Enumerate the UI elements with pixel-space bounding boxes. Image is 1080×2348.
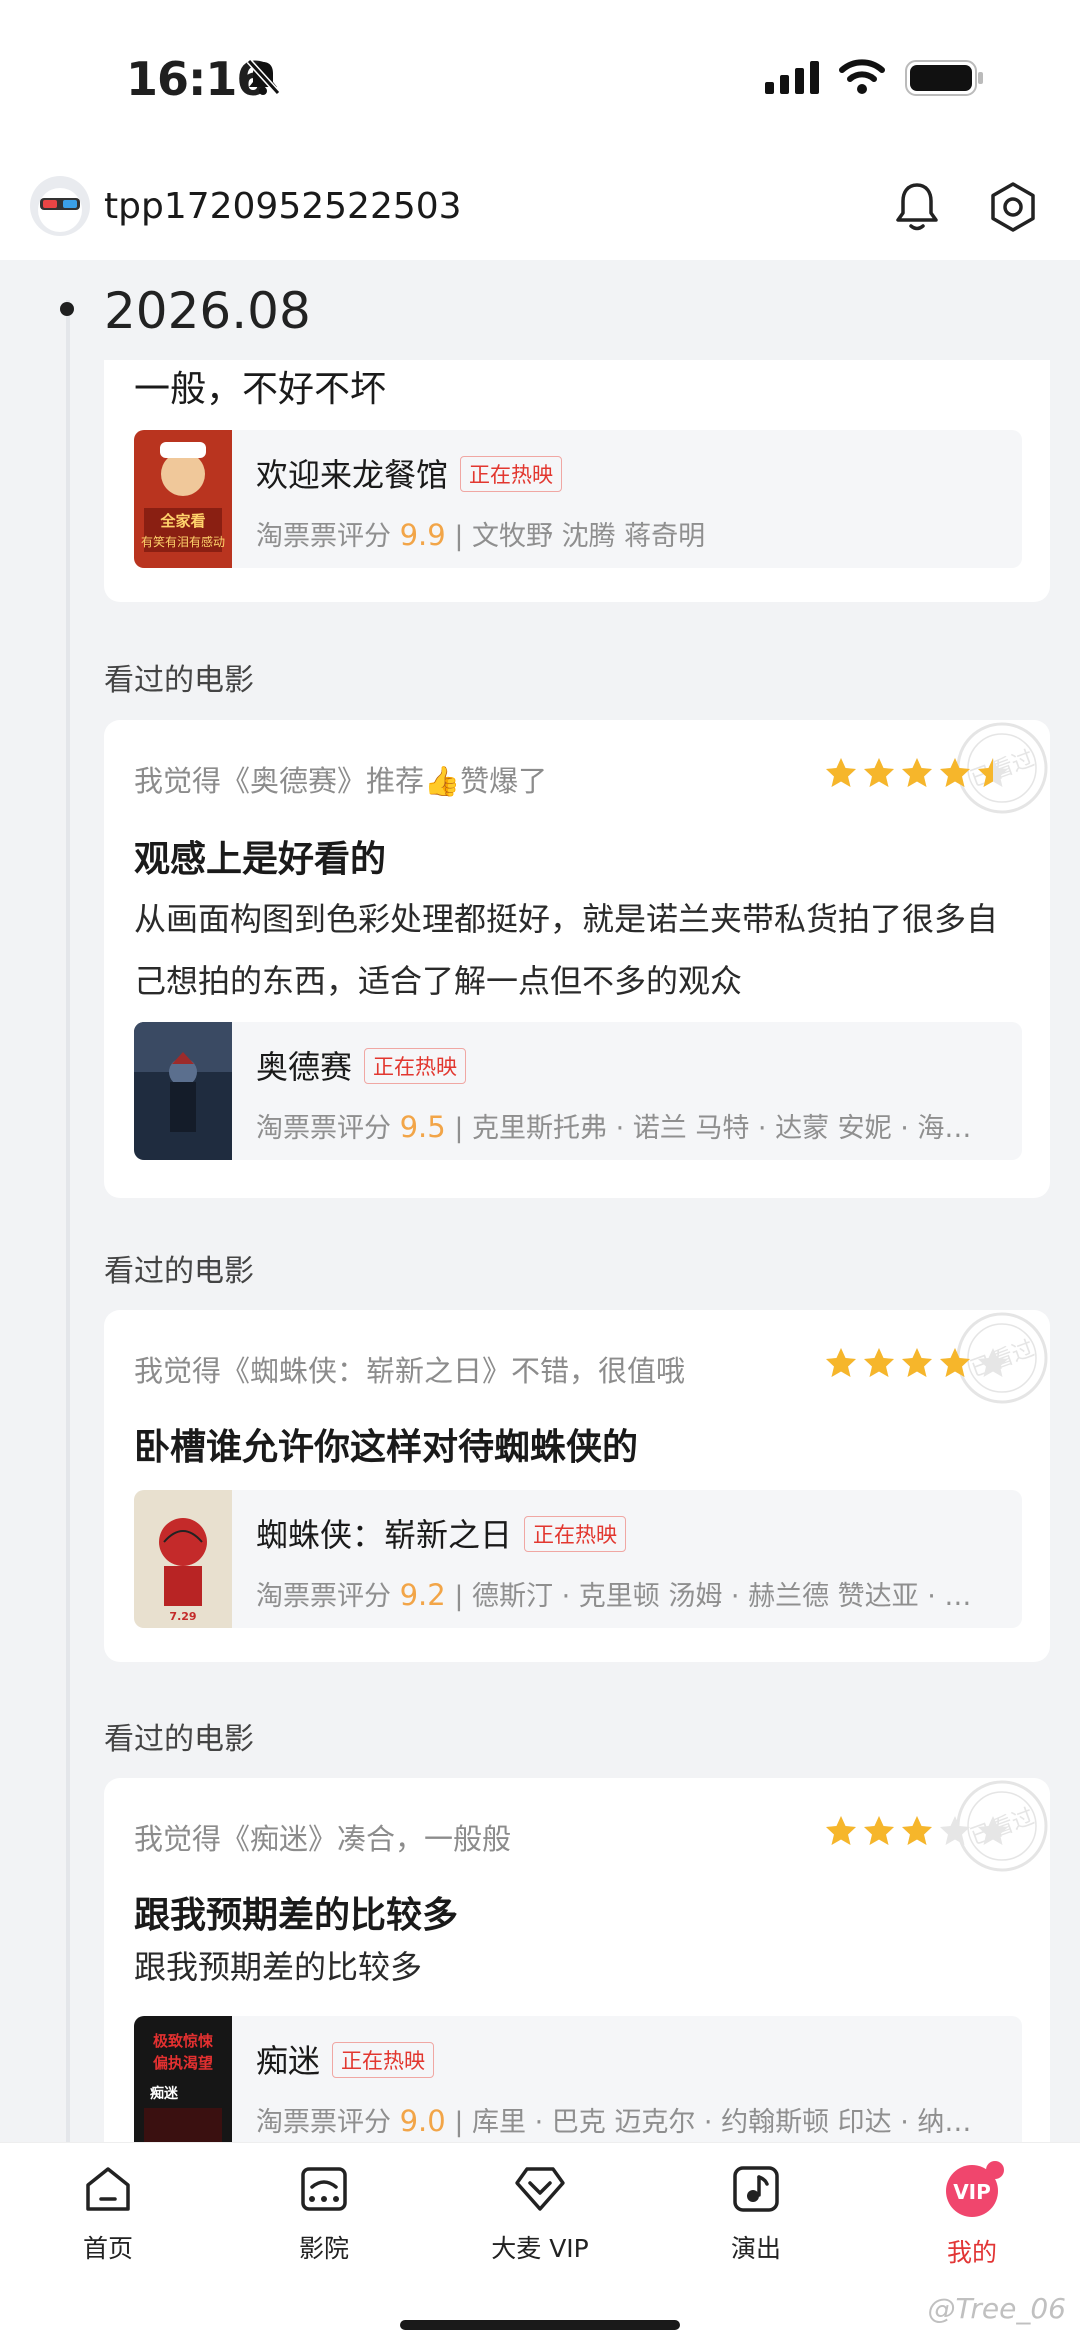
- battery-icon: [905, 60, 983, 96]
- music-note-icon: [733, 2166, 779, 2212]
- movie-meta: 淘票票评分 9.9 | 文牧野 沈腾 蒋奇明: [256, 518, 706, 552]
- review-headline: 我觉得《奥德赛》推荐👍赞爆了: [134, 764, 548, 798]
- star-icon: [826, 1348, 856, 1377]
- review-title: 跟我预期差的比较多: [134, 1895, 459, 1936]
- review-title: 卧槽谁允许你这样对待蜘蛛侠的: [134, 1427, 639, 1468]
- star-icon: [978, 758, 1008, 787]
- tab-shows[interactable]: 演出: [676, 2163, 836, 2265]
- timeline-line: [66, 300, 70, 2150]
- home-icon: [86, 2167, 130, 2211]
- review-body: 跟我预期差的比较多: [134, 1948, 423, 1986]
- bottom-tab-bar: 首页 影院 大麦 VIP 演出 VIP 我的: [0, 2142, 1080, 2348]
- movie-info-card[interactable]: 7.29 蜘蛛侠：崭新之日 正在热映 淘票票评分 9.2 | 德斯汀 · 克里顿 …: [134, 1490, 1022, 1628]
- now-showing-badge: 正在热映: [460, 456, 563, 492]
- timeline-dot: [60, 302, 74, 316]
- status-bar: 16:16: [0, 0, 1080, 160]
- star-icon: [940, 758, 970, 787]
- review-body: 从画面构图到色彩处理都挺好，就是诺兰夹带私货拍了很多自己想拍的东西，适合了解一点…: [134, 900, 999, 1000]
- tab-damai-vip[interactable]: 大麦 VIP: [460, 2163, 620, 2265]
- movie-title: 蜘蛛侠：崭新之日 正在热映: [256, 1510, 627, 1556]
- movie-poster: [134, 1022, 232, 1160]
- movie-score: 9.0: [399, 2104, 446, 2138]
- movie-info-card[interactable]: 极致惊悚 偏执渴望 痴迷 痴迷 正在热映 淘票票评分 9.0 | 库里 · 巴克 …: [134, 2016, 1022, 2154]
- now-showing-badge: 正在热映: [364, 1048, 467, 1084]
- cinema-icon: [301, 2167, 347, 2211]
- cellular-signal-icon: [765, 61, 819, 94]
- star-icon: [902, 758, 932, 787]
- notification-dot: [986, 2161, 1004, 2179]
- poster-text: 偏执渴望: [153, 2054, 213, 2072]
- wifi-icon: [839, 59, 885, 94]
- movie-meta: 淘票票评分 9.0 | 库里 · 巴克 迈克尔 · 约翰斯顿 印达 · 纳瓦雷特: [256, 2104, 996, 2138]
- movie-info-card[interactable]: 全家看 有笑有泪有感动 欢迎来龙餐馆 正在热映 淘票票评分 9.9 | 文牧野 沈…: [134, 430, 1022, 568]
- star-rating: [824, 756, 1010, 790]
- movie-score: 9.9: [399, 518, 446, 552]
- star-icon: [864, 1348, 894, 1377]
- movie-poster: 极致惊悚 偏执渴望 痴迷: [134, 2016, 232, 2154]
- movie-title: 奥德赛 正在热映: [256, 1042, 467, 1088]
- star-icon: [902, 1816, 932, 1845]
- tab-label: 我的: [946, 2238, 997, 2267]
- tab-label: 大麦 VIP: [491, 2234, 589, 2263]
- review-card[interactable]: 已看过 我觉得《痴迷》凑合，一般般 跟我预期差的比较多 跟我预期差的比较多 极致…: [104, 1778, 1050, 2158]
- tab-label: 首页: [82, 2234, 133, 2263]
- username: tpp1720952522503: [104, 186, 462, 227]
- review-title: 观感上是好看的: [134, 839, 387, 880]
- tab-mine[interactable]: VIP 我的: [892, 2161, 1052, 2269]
- now-showing-badge: 正在热映: [332, 2042, 435, 2078]
- movie-title: 痴迷 正在热映: [256, 2036, 435, 2082]
- movie-poster: 全家看 有笑有泪有感动: [134, 430, 232, 568]
- home-indicator: [400, 2320, 680, 2330]
- silent-mode-icon: [246, 58, 280, 96]
- star-icon: [902, 1348, 932, 1377]
- review-card[interactable]: 一般，不好不坏 全家看 有笑有泪有感动 欢迎来龙餐馆 正在热映 淘票票评分 9.9…: [104, 360, 1050, 602]
- notification-bell-icon[interactable]: [892, 180, 942, 234]
- star-icon: [978, 1816, 1008, 1845]
- movie-score: 9.2: [399, 1578, 446, 1612]
- movie-meta: 淘票票评分 9.2 | 德斯汀 · 克里顿 汤姆 · 赫兰德 赞达亚 · 科尔曼: [256, 1578, 996, 1612]
- movie-meta: 淘票票评分 9.5 | 克里斯托弗 · 诺兰 马特 · 达蒙 安妮 · 海瑟薇: [256, 1110, 996, 1144]
- star-rating: [824, 1346, 1010, 1380]
- star-icon: [940, 1816, 970, 1845]
- tab-label: 演出: [730, 2234, 781, 2263]
- star-icon: [978, 1348, 1008, 1377]
- watermark: @Tree_06: [927, 2292, 1066, 2325]
- svg-text:7.29: 7.29: [169, 1610, 196, 1623]
- star-icon: [864, 758, 894, 787]
- movie-title: 欢迎来龙餐馆 正在热映: [256, 450, 563, 496]
- star-icon: [826, 1816, 856, 1845]
- section-label: 看过的电影: [104, 663, 254, 698]
- review-card[interactable]: 已看过 我觉得《蜘蛛侠：崭新之日》不错，很值哦 卧槽谁允许你这样对待蜘蛛侠的 7…: [104, 1310, 1050, 1662]
- movie-score: 9.5: [399, 1110, 446, 1144]
- movie-info-card[interactable]: 奥德赛 正在热映 淘票票评分 9.5 | 克里斯托弗 · 诺兰 马特 · 达蒙 安…: [134, 1022, 1022, 1160]
- review-title: 一般，不好不坏: [134, 369, 387, 410]
- poster-text: 极致惊悚: [153, 2032, 214, 2050]
- poster-text: 痴迷: [150, 2085, 179, 2102]
- star-icon: [940, 1348, 970, 1377]
- poster-text: 全家看: [159, 512, 205, 530]
- settings-gear-icon[interactable]: [986, 180, 1040, 234]
- tab-home[interactable]: 首页: [28, 2163, 188, 2265]
- review-headline: 我觉得《蜘蛛侠：崭新之日》不错，很值哦: [134, 1354, 686, 1388]
- timeline-date: 2026.08: [104, 282, 311, 340]
- section-label: 看过的电影: [104, 1254, 254, 1289]
- section-label: 看过的电影: [104, 1722, 254, 1757]
- star-icon: [864, 1816, 894, 1845]
- tab-label: 影院: [298, 2234, 349, 2263]
- diamond-icon: [515, 2167, 565, 2211]
- avatar-3d-glasses-icon: [38, 188, 82, 232]
- star-icon: [826, 758, 856, 787]
- poster-text: 有笑有泪有感动: [141, 534, 225, 549]
- now-showing-badge: 正在热映: [524, 1516, 627, 1552]
- movie-poster: 7.29: [134, 1490, 232, 1628]
- tab-cinema[interactable]: 影院: [244, 2163, 404, 2265]
- svg-text:VIP: VIP: [953, 2180, 991, 2204]
- profile-header: tpp1720952522503: [0, 160, 1080, 260]
- review-card[interactable]: 已看过 我觉得《奥德赛》推荐👍赞爆了 观感上是好看的 从画面构图到色彩处理都挺好…: [104, 720, 1050, 1198]
- avatar[interactable]: [30, 176, 90, 236]
- star-rating: [824, 1814, 1010, 1848]
- review-headline: 我觉得《痴迷》凑合，一般般: [134, 1822, 512, 1856]
